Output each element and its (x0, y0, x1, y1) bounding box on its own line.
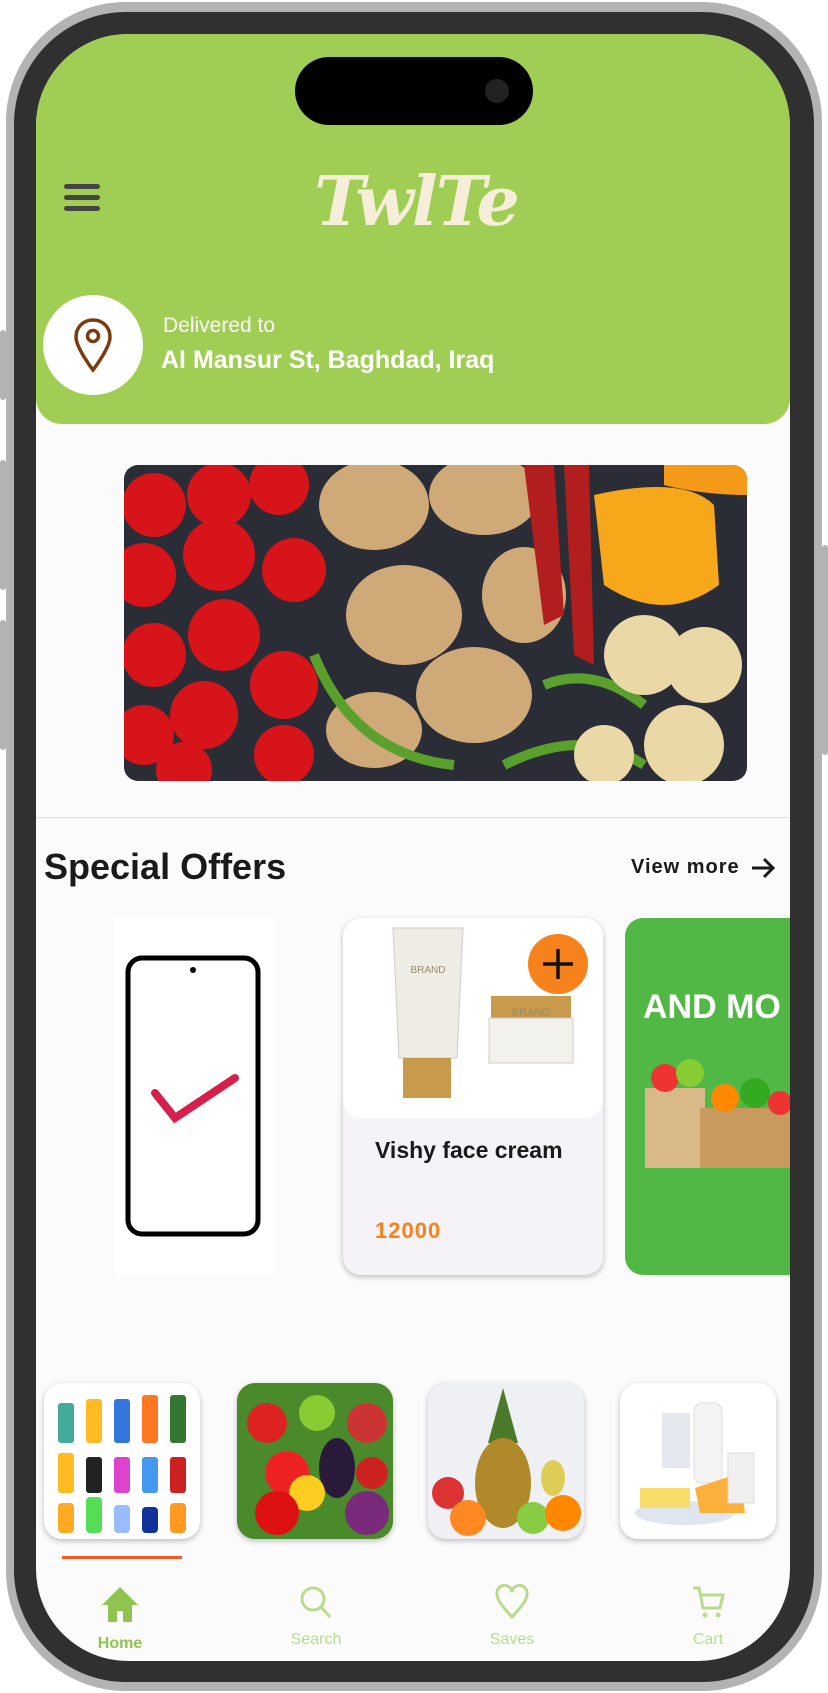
category-vegetables[interactable] (237, 1383, 393, 1539)
plus-icon (543, 949, 573, 979)
view-more-link[interactable]: View more (631, 856, 776, 879)
vegetables-illustration (124, 465, 747, 781)
divider (36, 817, 790, 818)
delivery-address[interactable]: Al Mansur St, Baghdad, Iraq (161, 346, 494, 375)
brand-label: BRAND (410, 965, 445, 976)
arrow-right-icon (751, 857, 775, 878)
vegetables-image (247, 1395, 389, 1535)
product-card[interactable]: BRAND BRAND Vishy face cream 12000 (343, 918, 603, 1275)
grocery-basket-illustration (645, 1059, 790, 1168)
app-logo: TwlTe (314, 162, 520, 242)
phone-check-icon (125, 955, 261, 1237)
category-dairy[interactable] (620, 1383, 776, 1539)
cart-icon (693, 1586, 725, 1618)
nav-label: Saves (489, 1631, 535, 1648)
nav-saves[interactable]: Saves (452, 1583, 572, 1649)
hamburger-icon[interactable] (64, 184, 100, 212)
product-name: Vishy face cream (375, 1137, 563, 1163)
header: TwlTe Delivered to Al Mansur St, Baghdad… (36, 34, 790, 424)
nav-cart[interactable]: Cart (648, 1584, 768, 1649)
offer-illustration-phone[interactable] (113, 918, 274, 1275)
category-fruits[interactable] (428, 1383, 584, 1539)
soft-drinks-image (58, 1395, 186, 1533)
nav-search[interactable]: Search (256, 1584, 376, 1649)
search-icon (300, 1586, 332, 1619)
product-price: 12000 (375, 1218, 442, 1243)
add-to-cart-button[interactable] (528, 934, 588, 994)
side-button (822, 545, 828, 755)
home-icon (102, 1587, 138, 1622)
camera (485, 79, 509, 103)
dynamic-island (295, 57, 533, 125)
nav-home[interactable]: Home (60, 1584, 180, 1653)
category-selected-indicator (62, 1556, 182, 1559)
fruits-image (432, 1388, 581, 1536)
dairy-image (635, 1402, 755, 1525)
side-button (0, 330, 6, 400)
nav-label: Home (97, 1635, 143, 1652)
promo-text: AND MO (643, 988, 781, 1026)
side-button (0, 460, 6, 590)
nav-label: Cart (692, 1631, 724, 1648)
map-pin-icon (74, 318, 112, 373)
promo-card[interactable]: AND MO (625, 918, 790, 1275)
category-soft-drinks[interactable] (44, 1383, 200, 1539)
view-more-label: View more (631, 856, 740, 878)
side-button (0, 620, 6, 750)
location-button[interactable] (43, 295, 143, 395)
app-screen: TwlTe Delivered to Al Mansur St, Baghdad… (36, 34, 790, 1661)
delivered-label: Delivered to (163, 314, 276, 337)
svg-text:BRAND: BRAND (512, 1007, 551, 1019)
heart-icon (495, 1583, 529, 1620)
nav-label: Search (290, 1631, 342, 1648)
banner-image-vegetables[interactable] (124, 465, 747, 781)
section-title: Special Offers (44, 846, 287, 887)
